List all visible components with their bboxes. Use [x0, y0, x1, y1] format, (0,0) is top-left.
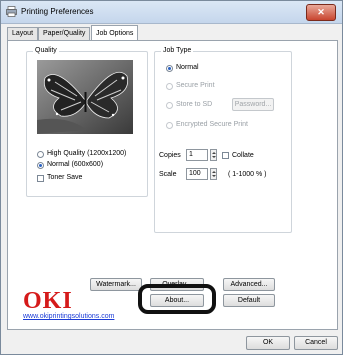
- advanced-button[interactable]: Advanced...: [223, 278, 275, 291]
- ok-button[interactable]: OK: [246, 336, 290, 350]
- butterfly-preview-image: [37, 60, 133, 134]
- website-link[interactable]: www.okiprintingsolutions.com: [23, 313, 114, 320]
- copies-input[interactable]: 1: [186, 149, 208, 161]
- store-to-sd-label: Store to SD: [176, 101, 213, 108]
- default-button[interactable]: Default: [223, 294, 275, 307]
- printer-icon: [6, 6, 17, 17]
- normal-quality-radio[interactable]: [37, 162, 44, 169]
- scale-label: Scale: [159, 171, 177, 178]
- tab-layout[interactable]: Layout: [7, 27, 39, 40]
- collate-label: Collate: [232, 152, 254, 159]
- job-normal-radio[interactable]: [166, 65, 173, 72]
- scale-spinner[interactable]: [210, 168, 217, 180]
- quality-group-label: Quality: [33, 47, 59, 54]
- password-button[interactable]: Password...: [232, 98, 274, 111]
- about-button-highlight-outline: [138, 284, 216, 314]
- oki-logo: OKI: [23, 288, 73, 314]
- high-quality-label: High Quality (1200x1200): [47, 150, 127, 157]
- close-button[interactable]: ✕: [306, 4, 336, 21]
- normal-quality-label: Normal (600x600): [47, 161, 104, 168]
- scale-input[interactable]: 100: [186, 168, 208, 180]
- toner-save-checkbox[interactable]: [37, 175, 44, 182]
- copies-spinner[interactable]: [210, 149, 217, 161]
- watermark-button[interactable]: Watermark...: [90, 278, 142, 291]
- encrypted-secure-print-label: Encrypted Secure Print: [176, 121, 248, 128]
- printing-preferences-window: Printing Preferences ✕ Layout Paper/Qual…: [0, 0, 343, 355]
- title-bar: Printing Preferences ✕: [1, 1, 342, 24]
- tab-paper-quality[interactable]: Paper/Quality: [38, 27, 91, 40]
- store-to-sd-radio[interactable]: [166, 102, 173, 109]
- job-normal-label: Normal: [176, 64, 199, 71]
- scale-range-text: ( 1-1000 % ): [228, 171, 267, 178]
- toner-save-label: Toner Save: [47, 174, 83, 181]
- quality-group: Quality High Quality (1200x1200) Normal …: [26, 47, 148, 197]
- secure-print-label: Secure Print: [176, 82, 215, 89]
- encrypted-secure-print-radio[interactable]: [166, 122, 173, 129]
- copies-label: Copies: [159, 152, 181, 159]
- window-title: Printing Preferences: [21, 7, 94, 16]
- cancel-button[interactable]: Cancel: [294, 336, 338, 350]
- high-quality-radio[interactable]: [37, 151, 44, 158]
- tab-job-options[interactable]: Job Options: [91, 25, 139, 41]
- collate-checkbox[interactable]: [222, 152, 229, 159]
- job-type-group: Job Type Normal Secure Print Store to SD…: [154, 47, 292, 233]
- job-type-group-label: Job Type: [161, 47, 194, 54]
- secure-print-radio[interactable]: [166, 83, 173, 90]
